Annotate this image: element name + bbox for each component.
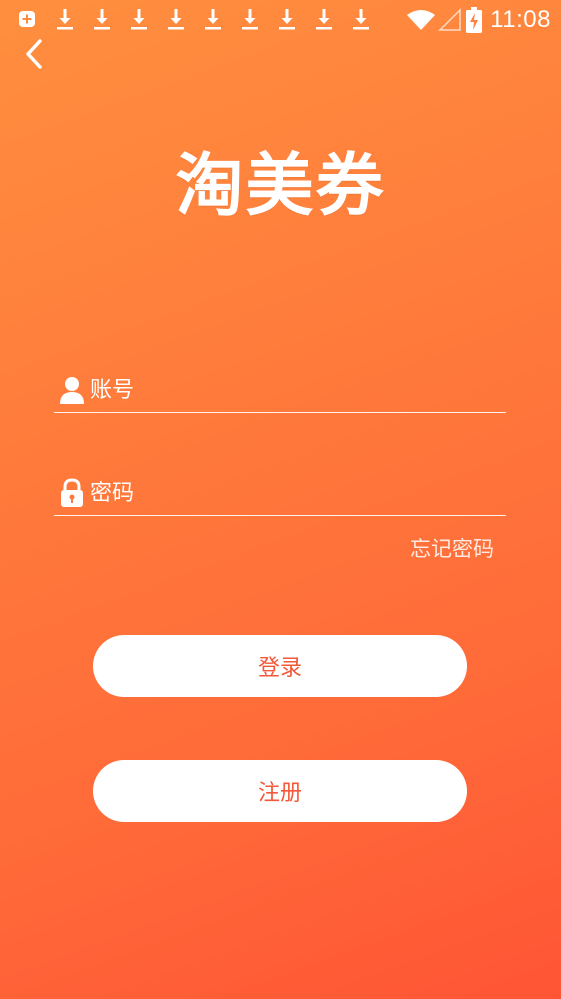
download-icon xyxy=(316,9,332,30)
system-icons: 11:08 xyxy=(406,6,551,34)
password-input[interactable] xyxy=(90,473,506,513)
download-icon xyxy=(205,9,221,30)
lock-icon xyxy=(61,478,83,507)
password-field[interactable] xyxy=(54,471,506,516)
back-button[interactable] xyxy=(18,36,54,72)
notification-add-icon xyxy=(19,11,35,27)
signal-icon xyxy=(438,8,461,31)
user-icon xyxy=(60,377,84,404)
download-icon xyxy=(94,9,110,30)
chevron-left-icon xyxy=(26,39,42,69)
register-button[interactable]: 注册 xyxy=(93,760,467,822)
download-icon xyxy=(131,9,147,30)
download-icon xyxy=(353,9,369,30)
login-button[interactable]: 登录 xyxy=(93,635,467,697)
download-icon xyxy=(57,9,73,30)
download-icon xyxy=(168,9,184,30)
download-icon xyxy=(242,9,258,30)
login-screen: 11:08 淘美券 忘记密码 登录 注册 xyxy=(0,0,561,999)
account-field[interactable] xyxy=(54,368,506,413)
battery-charging-icon xyxy=(466,7,483,33)
app-logo-title: 淘美券 xyxy=(175,146,386,226)
notification-icons xyxy=(18,8,389,30)
account-input[interactable] xyxy=(90,370,506,410)
forgot-password-link[interactable]: 忘记密码 xyxy=(410,533,494,563)
status-bar: 11:08 xyxy=(0,0,561,38)
download-icon xyxy=(279,9,295,30)
status-time: 11:08 xyxy=(490,6,551,33)
wifi-icon xyxy=(407,10,436,30)
